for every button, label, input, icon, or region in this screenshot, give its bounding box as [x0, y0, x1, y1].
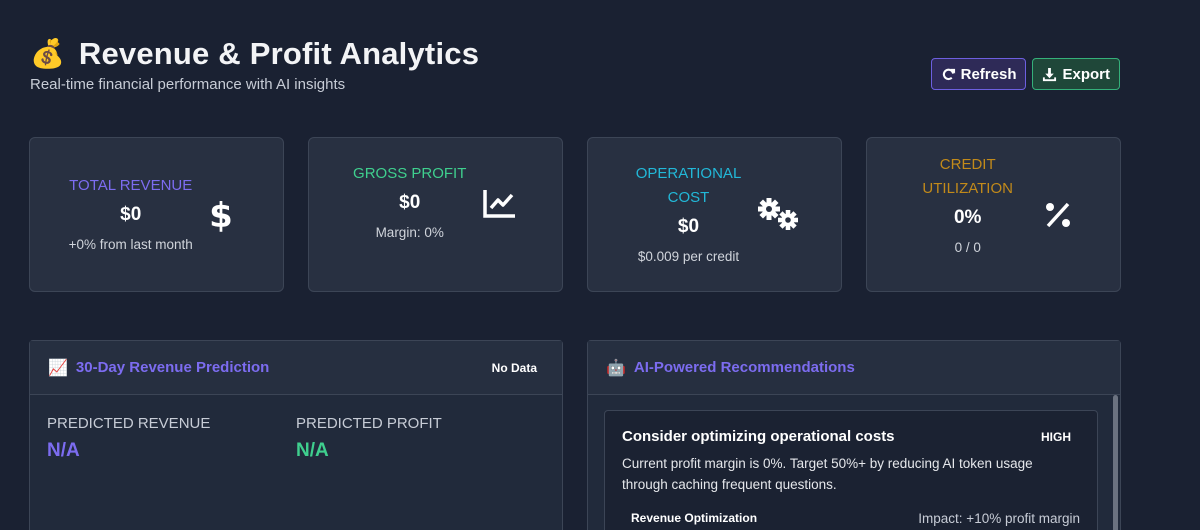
stat-label: GROSS PROFIT: [353, 165, 467, 182]
stat-card-credit-utilization: CREDIT UTILIZATION 0% 0 / 0: [866, 137, 1121, 292]
recommendation-card[interactable]: Consider optimizing operational costs HI…: [604, 410, 1098, 530]
recommendations-panel: 🤖 AI-Powered Recommendations Consider op…: [587, 340, 1121, 530]
stats-row: TOTAL REVENUE $0 +0% from last month $ G…: [29, 137, 1121, 292]
export-button[interactable]: Export: [1032, 58, 1120, 90]
stat-label: CREDIT UTILIZATION: [922, 156, 1013, 197]
stat-card-total-revenue: TOTAL REVENUE $0 +0% from last month $: [29, 137, 284, 292]
stat-subtext: Margin: 0%: [375, 225, 444, 240]
header-actions: Refresh Export: [930, 58, 1120, 90]
scrollbar[interactable]: [1113, 395, 1118, 530]
stat-label: TOTAL REVENUE: [69, 177, 193, 194]
gears-icon: [757, 192, 801, 238]
predicted-revenue-label: PREDICTED REVENUE: [47, 415, 211, 432]
stat-card-gross-profit: GROSS PROFIT $0 Margin: 0%: [308, 137, 563, 292]
recommendation-title: Consider optimizing operational costs: [622, 428, 895, 445]
dollar-icon: $: [199, 192, 243, 238]
panel-title-text: AI-Powered Recommendations: [633, 359, 855, 376]
panel-title: 🤖 AI-Powered Recommendations: [606, 358, 855, 378]
svg-text:$: $: [209, 197, 233, 233]
stat-subtext: +0% from last month: [68, 237, 193, 252]
money-bag-icon: 💰: [30, 38, 65, 69]
panel-title-text: 30-Day Revenue Prediction: [75, 359, 270, 376]
status-badge: No Data: [491, 360, 537, 375]
recommendation-description: Current profit margin is 0%. Target 50%+…: [622, 456, 1033, 492]
stat-subtext: 0 / 0: [954, 240, 981, 255]
stat-value: $0: [120, 204, 142, 225]
panel-title: 📈 30-Day Revenue Prediction: [48, 358, 269, 378]
stat-subtext: $0.009 per credit: [637, 249, 740, 264]
recommendation-category: Revenue Optimization: [631, 511, 758, 525]
refresh-button[interactable]: Refresh: [930, 58, 1027, 90]
stat-card-operational-cost: OPERATIONAL COST $0 $0.009 per credit: [587, 137, 842, 292]
stat-value: $0: [399, 192, 421, 213]
refresh-icon: [942, 68, 955, 80]
recommendation-impact: Impact: +10% profit margin: [918, 511, 1080, 526]
revenue-prediction-panel: 📈 30-Day Revenue Prediction No Data PRED…: [29, 340, 563, 530]
predicted-profit-label: PREDICTED PROFIT: [296, 415, 442, 432]
stat-value: $0: [677, 216, 700, 237]
percent-icon: [1036, 192, 1080, 238]
priority-badge: HIGH: [1041, 429, 1071, 444]
panel-header: 📈 30-Day Revenue Prediction No Data: [30, 341, 562, 395]
export-label: Export: [1062, 65, 1110, 83]
prediction-values: PREDICTED REVENUE N/A PREDICTED PROFIT N…: [30, 395, 562, 482]
stat-value: 0%: [953, 207, 982, 228]
page-header: 💰 Revenue & Profit Analytics Real-time f…: [30, 36, 1120, 96]
stat-label: OPERATIONAL COST: [635, 165, 742, 206]
panel-header: 🤖 AI-Powered Recommendations: [588, 341, 1120, 395]
robot-icon: 🤖: [606, 359, 626, 377]
download-icon: [1043, 67, 1057, 81]
predicted-profit-value: N/A: [296, 440, 329, 461]
chart-increasing-icon: 📈: [48, 359, 68, 377]
chart-line-icon: [478, 180, 522, 226]
predicted-revenue-value: N/A: [47, 440, 80, 461]
refresh-label: Refresh: [960, 65, 1017, 83]
page-title: Revenue & Profit Analytics: [78, 36, 480, 71]
